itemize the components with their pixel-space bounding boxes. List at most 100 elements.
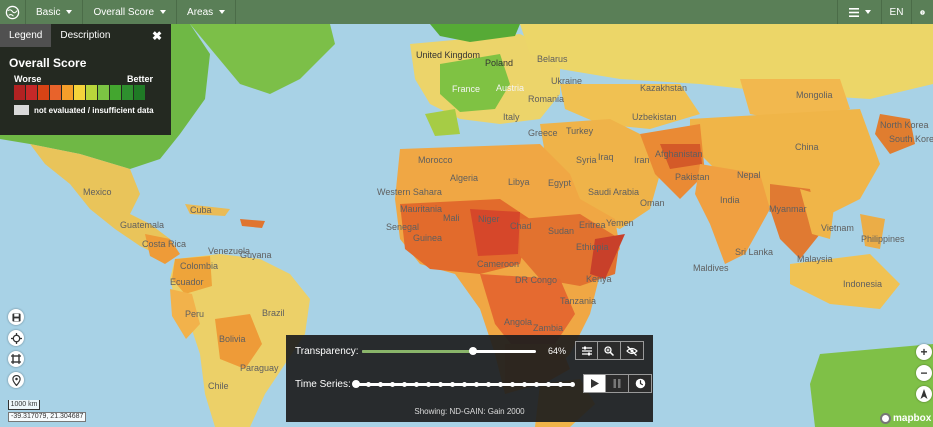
crosshair-icon — [10, 332, 22, 344]
time-series-tick[interactable] — [401, 382, 407, 387]
time-series-tick[interactable] — [425, 382, 431, 387]
help-button[interactable]: ? — [911, 0, 933, 24]
map-label: India — [720, 195, 740, 205]
time-series-tick[interactable] — [437, 382, 443, 387]
filter-button[interactable] — [575, 341, 598, 360]
map-label: Philippines — [861, 234, 905, 244]
play-button[interactable] — [583, 374, 606, 393]
legend-title: Overall Score — [9, 56, 87, 70]
legend-scale-labels: Worse Better — [0, 70, 171, 84]
time-series-tick[interactable] — [533, 382, 539, 387]
save-button[interactable] — [8, 309, 24, 325]
map-label: Libya — [508, 177, 530, 187]
map-label: Greece — [528, 128, 558, 138]
time-series-slider-handle[interactable] — [352, 380, 360, 388]
close-icon[interactable]: ✖ — [152, 29, 162, 43]
map-label: Senegal — [386, 222, 420, 232]
map-label: Kazakhstan — [640, 83, 688, 93]
map-label: Syria — [576, 155, 597, 165]
map-label: Tanzania — [560, 296, 597, 306]
time-series-tick[interactable] — [413, 382, 419, 387]
time-series-actions — [583, 374, 652, 393]
map-label: Costa Rica — [142, 239, 187, 249]
map-label: Ukraine — [551, 76, 583, 86]
map-label: Mexico — [83, 187, 112, 197]
map-label: Mongolia — [796, 90, 833, 100]
na-label: not evaluated / insufficient data — [34, 105, 154, 115]
tab-legend[interactable]: Legend — [0, 24, 52, 47]
tab-description[interactable]: Description — [51, 24, 119, 47]
compass-button[interactable] — [916, 386, 932, 402]
showing-caption: Showing: ND-GAIN: Gain 2000 — [414, 407, 525, 416]
layer-actions — [575, 341, 644, 360]
time-series-tick[interactable] — [545, 382, 551, 387]
map-label: Peru — [185, 309, 205, 319]
basic-menu[interactable]: Basic — [26, 0, 84, 24]
pause-button[interactable] — [606, 374, 629, 393]
map-label: Poland — [485, 58, 514, 68]
map-label: Yemen — [606, 218, 634, 228]
map-label: Mali — [443, 213, 460, 223]
select-area-button[interactable] — [8, 351, 24, 367]
map-label: Romania — [528, 94, 565, 104]
time-series-tick[interactable] — [461, 382, 467, 387]
na-swatch — [14, 105, 29, 115]
indicator-menu[interactable]: Overall Score — [83, 0, 178, 24]
time-series-tick[interactable] — [449, 382, 455, 387]
hide-layer-button[interactable] — [621, 341, 644, 360]
map-label: Sri Lanka — [735, 247, 774, 257]
map-label: Ethiopia — [576, 242, 609, 252]
chevron-down-icon — [160, 10, 167, 14]
hamburger-menu-button[interactable] — [837, 0, 881, 24]
map-label: Sudan — [548, 226, 575, 236]
transparency-slider-handle[interactable] — [469, 347, 478, 355]
marker-button[interactable] — [8, 372, 24, 388]
time-series-tick[interactable] — [473, 382, 479, 387]
map-label: Guyana — [240, 250, 272, 260]
map-label: Oman — [640, 198, 665, 208]
language-button[interactable]: EN — [881, 0, 911, 24]
areas-menu-label: Areas — [187, 6, 214, 18]
map-label: Ecuador — [170, 277, 204, 287]
time-series-tick[interactable] — [521, 382, 527, 387]
map-label: Austria — [496, 83, 525, 93]
map-pin-icon — [11, 374, 21, 386]
map-label: Egypt — [548, 178, 572, 188]
time-series-tick[interactable] — [389, 382, 395, 387]
transparency-slider[interactable] — [362, 350, 536, 353]
map-label: Chile — [208, 381, 229, 391]
top-toolbar: Basic Overall Score Areas EN ? — [0, 0, 933, 24]
map-label: Nepal — [737, 170, 761, 180]
globe-logo-icon[interactable] — [0, 0, 26, 24]
zoom-out-button[interactable]: − — [916, 365, 932, 381]
map-label: United Kingdom — [416, 50, 481, 60]
crop-icon — [11, 354, 21, 364]
mapbox-logo[interactable]: mapbox — [880, 413, 931, 424]
zoom-to-layer-button[interactable] — [598, 341, 621, 360]
legend-swatch — [122, 85, 133, 100]
time-settings-button[interactable] — [629, 374, 652, 393]
time-series-tick[interactable] — [569, 382, 575, 387]
map-label: Colombia — [180, 261, 219, 271]
legend-swatch — [98, 85, 109, 100]
time-series-tick[interactable] — [497, 382, 503, 387]
zoom-search-icon — [604, 345, 614, 356]
pause-icon — [613, 379, 621, 388]
time-series-tick[interactable] — [557, 382, 563, 387]
time-series-tick[interactable] — [509, 382, 515, 387]
time-series-tick[interactable] — [365, 382, 371, 387]
compass-icon — [920, 389, 928, 399]
map-label: Pakistan — [675, 172, 710, 182]
map-label: Morocco — [418, 155, 453, 165]
map-label: Turkey — [566, 126, 594, 136]
areas-menu[interactable]: Areas — [177, 0, 237, 24]
zoom-in-button[interactable]: + — [916, 344, 932, 360]
minus-icon: − — [920, 366, 928, 380]
map-label: DR Congo — [515, 275, 558, 285]
time-series-tick[interactable] — [377, 382, 383, 387]
time-series-tick[interactable] — [485, 382, 491, 387]
locate-button[interactable] — [8, 330, 24, 346]
map-label: Brazil — [262, 308, 285, 318]
map-label: Angola — [504, 317, 533, 327]
better-label: Better — [126, 74, 153, 84]
